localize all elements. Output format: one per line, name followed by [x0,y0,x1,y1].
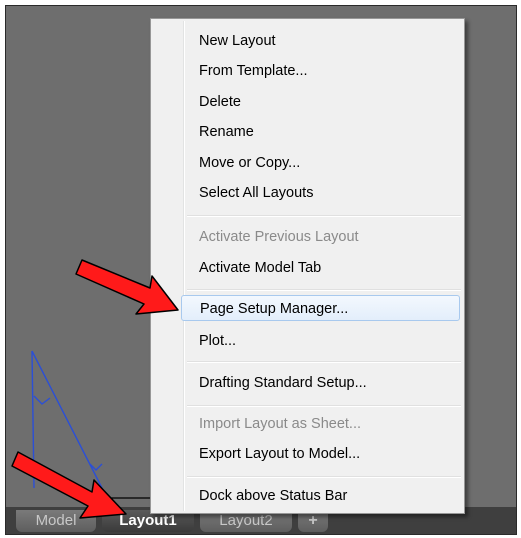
menu-item-page-setup-manager[interactable]: Page Setup Manager... [181,295,460,321]
menu-separator [187,215,461,217]
menu-item-delete[interactable]: Delete [185,89,461,115]
menu-separator [187,361,461,363]
menu-item-new-layout[interactable]: New Layout [185,28,461,54]
menu-item-rename[interactable]: Rename [185,119,461,145]
menu-item-import-layout-as-sheet: Import Layout as Sheet... [199,416,362,432]
menu-item-activate-previous-layout: Activate Previous Layout [199,229,359,245]
menu-item-drafting-standard-setup[interactable]: Drafting Standard Setup... [185,370,461,396]
menu-item-from-template[interactable]: From Template... [185,58,461,84]
menu-separator [187,476,461,478]
menu-separator [187,405,461,407]
menu-separator [187,289,461,291]
menu-item-plot[interactable]: Plot... [185,328,461,354]
menu-item-dock-above-status-bar[interactable]: Dock above Status Bar [185,483,461,509]
menu-item-activate-model-tab[interactable]: Activate Model Tab [185,255,461,281]
menu-item-select-all-layouts[interactable]: Select All Layouts [185,180,461,206]
menu-item-move-or-copy[interactable]: Move or Copy... [185,150,461,176]
layout-context-menu: New Layout From Template... Delete Renam… [150,18,465,514]
tab-model[interactable]: Model [16,510,96,532]
menu-item-export-layout-to-model[interactable]: Export Layout to Model... [185,441,461,467]
